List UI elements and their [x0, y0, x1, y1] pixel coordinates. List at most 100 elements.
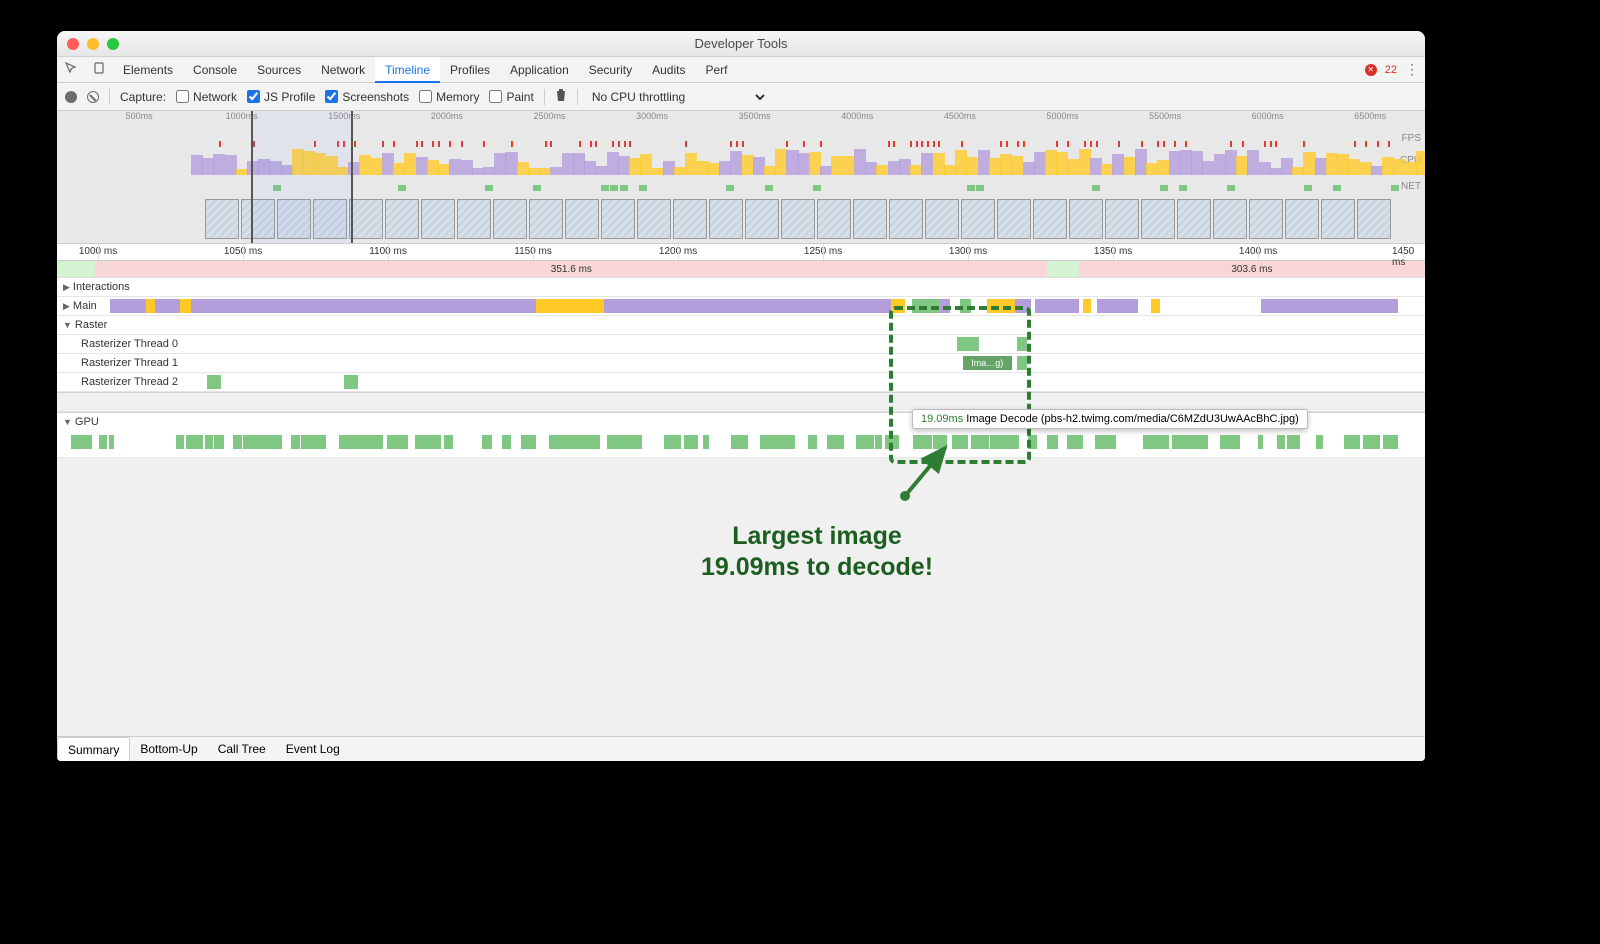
screenshot-thumb[interactable]: [1033, 199, 1067, 239]
flame-block[interactable]: [1151, 299, 1159, 313]
gpu-task[interactable]: [961, 435, 968, 449]
screenshot-thumb[interactable]: [1285, 199, 1319, 239]
gpu-task[interactable]: [99, 435, 107, 449]
tab-audits[interactable]: Audits: [642, 57, 695, 83]
flame-block[interactable]: [939, 299, 950, 313]
gpu-task[interactable]: [176, 435, 184, 449]
footer-tab-bottom-up[interactable]: Bottom-Up: [130, 737, 207, 762]
clear-button[interactable]: [87, 91, 99, 103]
tab-sources[interactable]: Sources: [247, 57, 311, 83]
flame-block[interactable]: [809, 299, 891, 313]
screenshot-thumb[interactable]: [817, 199, 851, 239]
flame-block[interactable]: [1083, 299, 1091, 313]
gpu-task[interactable]: [703, 435, 709, 449]
flame-block[interactable]: [536, 299, 604, 313]
screenshot-thumb[interactable]: [205, 199, 239, 239]
gpu-task[interactable]: [1009, 435, 1019, 449]
gpu-task[interactable]: [521, 435, 536, 449]
gpu-task[interactable]: [195, 435, 203, 449]
gpu-task[interactable]: [396, 435, 408, 449]
screenshot-thumb[interactable]: [1177, 199, 1211, 239]
gpu-task[interactable]: [1229, 435, 1239, 449]
gc-button[interactable]: [555, 88, 567, 105]
tab-elements[interactable]: Elements: [113, 57, 183, 83]
flame-block[interactable]: [987, 299, 1014, 313]
gpu-task[interactable]: [684, 435, 694, 449]
rasterizer-2[interactable]: Rasterizer Thread 2: [57, 373, 1425, 392]
image-decode-task[interactable]: Ima…g): [963, 356, 1012, 370]
rasterizer-0[interactable]: Rasterizer Thread 0: [57, 335, 1425, 354]
inspect-icon[interactable]: [57, 61, 85, 78]
screenshot-thumb[interactable]: [1141, 199, 1175, 239]
gpu-task[interactable]: [233, 435, 241, 449]
raster-lane[interactable]: ▼Raster: [57, 316, 1425, 335]
tab-perf[interactable]: Perf: [695, 57, 737, 83]
flame-block[interactable]: [1261, 299, 1398, 313]
screenshot-thumb[interactable]: [1069, 199, 1103, 239]
screenshot-thumb[interactable]: [1249, 199, 1283, 239]
screenshot-thumb[interactable]: [421, 199, 455, 239]
gpu-task[interactable]: [933, 435, 943, 449]
gpu-task[interactable]: [875, 435, 882, 449]
flame-block[interactable]: [912, 299, 939, 313]
flame-block[interactable]: [960, 299, 971, 313]
screenshot-thumb[interactable]: [673, 199, 707, 239]
gpu-task[interactable]: [80, 435, 92, 449]
screenshot-thumb[interactable]: [889, 199, 923, 239]
error-badge-icon[interactable]: ✕: [1365, 64, 1377, 76]
gpu-task[interactable]: [923, 435, 932, 449]
screenshot-thumb[interactable]: [1213, 199, 1247, 239]
jsprofile-checkbox[interactable]: JS Profile: [247, 90, 315, 104]
gpu-task[interactable]: [1287, 435, 1300, 449]
flame-block[interactable]: [1035, 299, 1079, 313]
raster-task[interactable]: [1017, 337, 1027, 351]
gpu-task[interactable]: [262, 435, 272, 449]
gpu-task[interactable]: [1028, 435, 1037, 449]
footer-tab-call-tree[interactable]: Call Tree: [208, 737, 276, 762]
gpu-task[interactable]: [693, 435, 698, 449]
flame-block[interactable]: [604, 299, 768, 313]
footer-tab-event-log[interactable]: Event Log: [276, 737, 350, 762]
screenshot-thumb[interactable]: [529, 199, 563, 239]
screenshot-thumb[interactable]: [457, 199, 491, 239]
device-icon[interactable]: [85, 61, 113, 78]
raster-task[interactable]: [207, 375, 221, 389]
tab-security[interactable]: Security: [579, 57, 642, 83]
gpu-task[interactable]: [779, 435, 789, 449]
gpu-task[interactable]: [894, 435, 899, 449]
screenshot-thumb[interactable]: [961, 199, 995, 239]
screenshot-thumb[interactable]: [637, 199, 671, 239]
flame-block[interactable]: [194, 299, 536, 313]
tab-network[interactable]: Network: [311, 57, 375, 83]
flame-block[interactable]: [1097, 299, 1138, 313]
screenshot-thumb[interactable]: [349, 199, 383, 239]
screenshot-thumb[interactable]: [1105, 199, 1139, 239]
gpu-task[interactable]: [205, 435, 214, 449]
screenshot-strip[interactable]: [205, 199, 1425, 243]
screenshot-thumb[interactable]: [925, 199, 959, 239]
interactions-lane[interactable]: ▶Interactions: [57, 278, 1425, 297]
gpu-task[interactable]: [502, 435, 511, 449]
gpu-task[interactable]: [1047, 435, 1058, 449]
gpu-task[interactable]: [808, 435, 817, 449]
paint-checkbox[interactable]: Paint: [489, 90, 533, 104]
screenshot-thumb[interactable]: [565, 199, 599, 239]
tab-timeline[interactable]: Timeline: [375, 57, 440, 83]
screenshot-thumb[interactable]: [709, 199, 743, 239]
footer-tab-summary[interactable]: Summary: [57, 737, 130, 762]
gpu-task[interactable]: [980, 435, 989, 449]
flame-block[interactable]: [891, 299, 905, 313]
gpu-task[interactable]: [664, 435, 680, 449]
gpu-task[interactable]: [425, 435, 441, 449]
screenshots-checkbox[interactable]: Screenshots: [325, 90, 409, 104]
overview-selection[interactable]: [251, 111, 352, 243]
gpu-task[interactable]: [1392, 435, 1398, 449]
screenshot-thumb[interactable]: [385, 199, 419, 239]
gpu-task[interactable]: [1181, 435, 1190, 449]
gpu-task[interactable]: [952, 435, 961, 449]
gpu-task[interactable]: [1277, 435, 1285, 449]
gpu-task[interactable]: [626, 435, 642, 449]
raster-task[interactable]: [344, 375, 358, 389]
flame-block[interactable]: [1015, 299, 1031, 313]
cpu-throttle-select[interactable]: No CPU throttling: [588, 89, 768, 105]
